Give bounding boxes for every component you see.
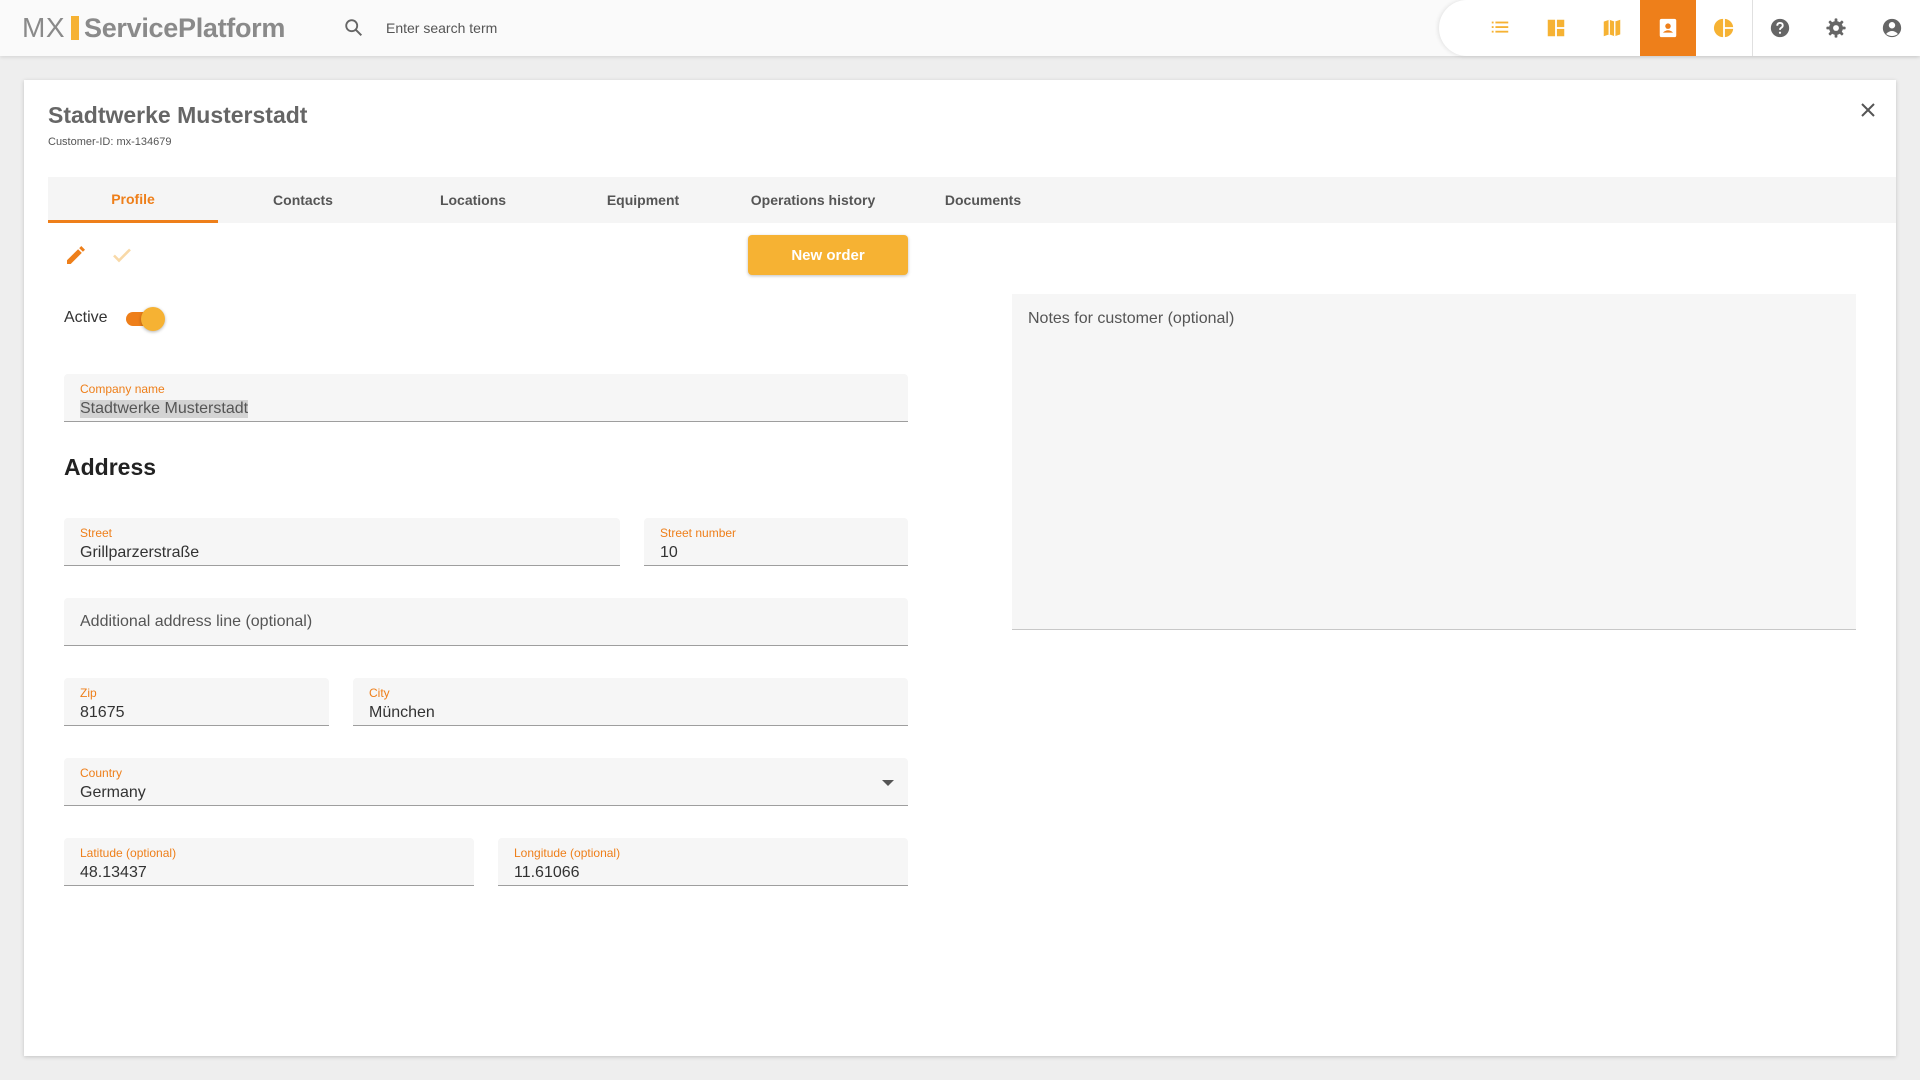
longitude-value: 11.61066	[514, 864, 580, 881]
latitude-value: 48.13437	[80, 864, 147, 881]
tab-operations-history[interactable]: Operations history	[728, 177, 898, 223]
city-value: München	[369, 704, 435, 721]
additional-address-placeholder: Additional address line (optional)	[80, 613, 313, 630]
company-name-field[interactable]: Company name Stadtwerke Musterstadt	[64, 374, 908, 422]
customer-notes-textarea[interactable]: Notes for customer (optional)	[1012, 294, 1856, 630]
contacts-icon	[1659, 18, 1677, 38]
city-field[interactable]: City München	[353, 678, 908, 726]
notes-placeholder: Notes for customer (optional)	[1028, 310, 1235, 327]
active-toggle[interactable]	[124, 306, 166, 332]
tab-contacts[interactable]: Contacts	[218, 177, 388, 223]
pie-chart-icon	[1713, 18, 1734, 38]
zip-value: 81675	[80, 704, 125, 721]
street-label: Street	[80, 526, 113, 540]
search-icon[interactable]	[343, 17, 365, 39]
company-name-label: Company name	[80, 382, 165, 396]
latitude-label: Latitude (optional)	[80, 846, 177, 860]
street-number-field[interactable]: Street number 10	[644, 518, 908, 566]
tab-profile[interactable]: Profile	[48, 177, 218, 223]
tab-locations[interactable]: Locations	[388, 177, 558, 223]
chevron-down-icon[interactable]	[882, 780, 894, 786]
customer-dialog: Stadtwerke Musterstadt Customer-ID: mx-1…	[24, 80, 1896, 1056]
nav-contacts-button[interactable]	[1640, 0, 1696, 56]
save-check-icon[interactable]	[110, 243, 134, 267]
customer-title: Stadtwerke Musterstadt	[48, 102, 308, 128]
zip-label: Zip	[80, 686, 97, 700]
logo[interactable]: MX ServicePlatform	[22, 12, 285, 44]
logo-name: ServicePlatform	[84, 12, 286, 43]
tab-bar: Profile Contacts Locations Equipment Ope…	[48, 177, 1896, 223]
new-order-button[interactable]: New order	[748, 235, 908, 275]
country-value: Germany	[80, 784, 146, 801]
nav-list-button[interactable]	[1472, 0, 1528, 56]
logo-prefix: MX	[22, 12, 65, 43]
nav-map-button[interactable]	[1584, 0, 1640, 56]
additional-address-field[interactable]: Additional address line (optional)	[64, 598, 908, 646]
customer-id: Customer-ID: mx-134679	[48, 136, 172, 148]
search-input[interactable]	[386, 16, 746, 40]
street-number-label: Street number	[660, 526, 737, 540]
toggle-thumb	[141, 307, 165, 331]
settings-button[interactable]	[1808, 0, 1864, 56]
longitude-field[interactable]: Longitude (optional) 11.61066	[498, 838, 908, 886]
close-button[interactable]	[1856, 98, 1880, 122]
edit-pencil-icon[interactable]	[64, 243, 88, 267]
list-icon	[1491, 21, 1509, 33]
close-icon	[1861, 103, 1875, 117]
help-icon	[1770, 18, 1790, 38]
tab-equipment[interactable]: Equipment	[558, 177, 728, 223]
account-button[interactable]	[1864, 0, 1920, 56]
street-number-value: 10	[660, 544, 678, 561]
top-bar: MX ServicePlatform	[0, 0, 1920, 56]
country-select[interactable]: Country Germany	[64, 758, 908, 806]
dashboard-icon	[1547, 19, 1565, 37]
street-value: Grillparzerstraße	[80, 544, 200, 561]
longitude-label: Longitude (optional)	[514, 846, 621, 860]
active-label: Active	[64, 309, 108, 326]
country-label: Country	[80, 766, 123, 780]
logo-bar	[71, 16, 79, 40]
city-label: City	[369, 686, 390, 700]
tab-documents[interactable]: Documents	[898, 177, 1068, 223]
map-icon	[1603, 19, 1621, 37]
account-icon	[1882, 18, 1902, 38]
street-field[interactable]: Street Grillparzerstraße	[64, 518, 620, 566]
help-button[interactable]	[1752, 0, 1808, 56]
address-heading: Address	[64, 454, 157, 480]
company-name-value: Stadtwerke Musterstadt	[80, 400, 249, 418]
nav-analytics-button[interactable]	[1696, 0, 1752, 56]
zip-field[interactable]: Zip 81675	[64, 678, 329, 726]
latitude-field[interactable]: Latitude (optional) 48.13437	[64, 838, 474, 886]
settings-icon	[1826, 18, 1846, 38]
nav-dashboard-button[interactable]	[1528, 0, 1584, 56]
